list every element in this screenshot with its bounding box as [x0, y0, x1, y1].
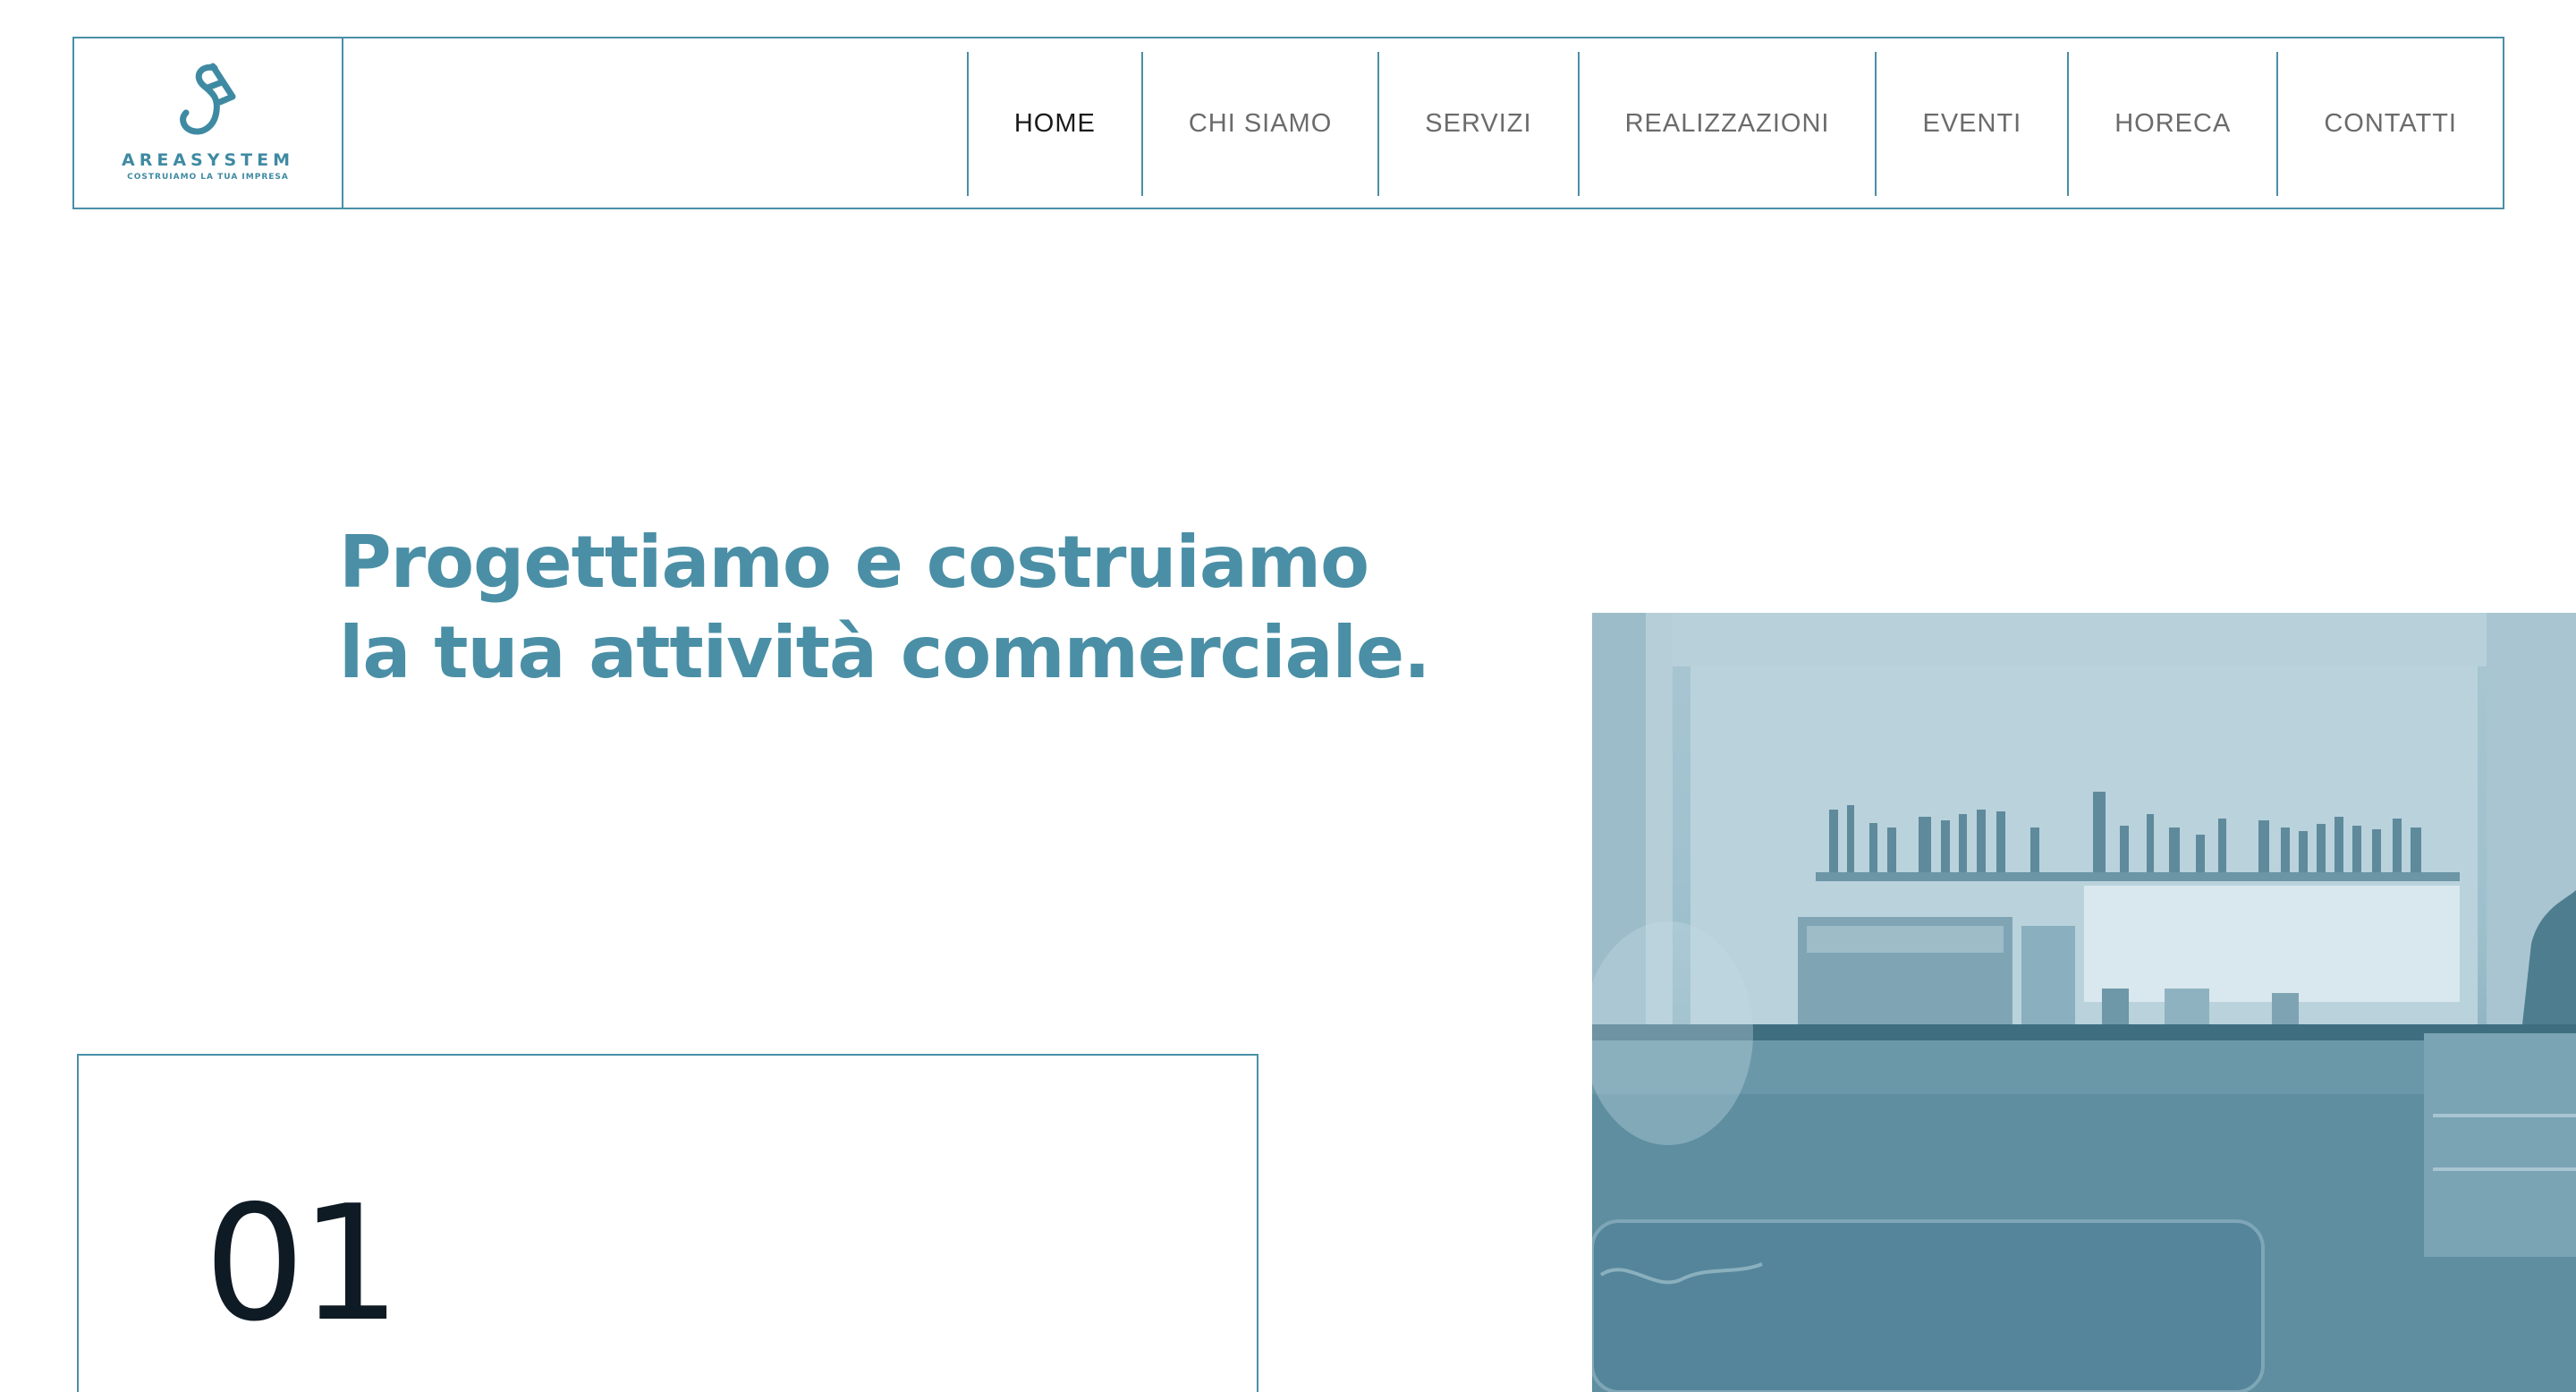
hero-title: Progettiamo e costruiamo la tua attività… [339, 517, 1502, 698]
nav-item-servizi[interactable]: SERVIZI [1377, 52, 1577, 196]
logo-tagline: COSTRUIAMO LA TUA IMPRESA [127, 173, 289, 182]
nav-item-contatti[interactable]: CONTATTI [2276, 52, 2503, 196]
feature-card: 01 [77, 1054, 1258, 1392]
hero-title-line-2: la tua attività commerciale. [339, 611, 1431, 694]
nav-item-horeca[interactable]: HORECA [2067, 52, 2276, 196]
main-nav: HOME CHI SIAMO SERVIZI REALIZZAZIONI EVE… [966, 52, 2503, 196]
nav-item-home[interactable]: HOME [966, 52, 1141, 196]
card-number: 01 [204, 1171, 401, 1356]
nav-item-eventi[interactable]: EVENTI [1875, 52, 2067, 196]
logo-link[interactable]: AREASYSTEM COSTRUIAMO LA TUA IMPRESA [74, 38, 343, 208]
logo-name: AREASYSTEM [122, 150, 294, 170]
nav-item-chi-siamo[interactable]: CHI SIAMO [1140, 52, 1377, 196]
site-header: AREASYSTEM COSTRUIAMO LA TUA IMPRESA HOM… [72, 37, 2504, 209]
areasystem-logo-icon [179, 63, 235, 135]
hero-bar-photo [1592, 613, 2576, 1392]
nav-item-realizzazioni[interactable]: REALIZZAZIONI [1577, 52, 1876, 196]
bar-interior-illustration [1592, 613, 2576, 1392]
page: AREASYSTEM COSTRUIAMO LA TUA IMPRESA HOM… [0, 0, 2576, 1392]
hero-title-line-1: Progettiamo e costruiamo [339, 521, 1369, 604]
